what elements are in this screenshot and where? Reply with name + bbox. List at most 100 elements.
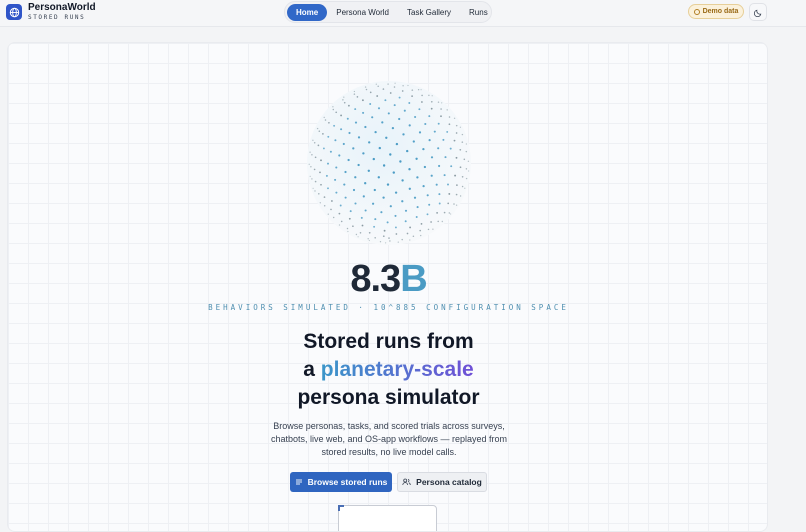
globe-dot	[316, 127, 319, 130]
nav-persona-world[interactable]: Persona World	[327, 4, 398, 21]
globe-dot	[459, 195, 462, 197]
globe-dot	[334, 178, 337, 181]
nav-runs[interactable]: Runs	[460, 4, 497, 21]
globe-dot	[386, 221, 389, 224]
globe-dot	[367, 169, 370, 172]
globe-dot	[373, 188, 376, 192]
top-bar: PersonaWorld STORED RUNS Home Persona Wo…	[0, 0, 806, 27]
globe-dot	[379, 241, 382, 243]
globe-dot	[426, 194, 429, 197]
globe-dot	[418, 131, 422, 134]
globe-dot	[467, 170, 470, 172]
globe-dot	[397, 241, 399, 243]
globe-dot	[327, 213, 329, 215]
nav-task-gallery[interactable]: Task Gallery	[398, 4, 460, 21]
globe-dot	[441, 220, 443, 223]
globe-dot	[441, 102, 443, 104]
globe-dot	[447, 202, 450, 205]
globe-dot	[394, 82, 396, 84]
globe-dot	[431, 95, 433, 97]
globe-dot	[352, 188, 356, 192]
globe-dot	[356, 96, 359, 98]
globe-dot	[353, 90, 356, 93]
globe-dot	[455, 156, 458, 159]
globe-dot	[317, 144, 320, 147]
globe-dot	[318, 130, 321, 132]
globe-dot	[348, 104, 350, 107]
globe-dot	[346, 227, 349, 230]
globe-dot	[357, 236, 359, 238]
globe-dot	[354, 108, 357, 111]
persona-catalog-button[interactable]: Persona catalog	[397, 472, 487, 492]
globe-dot	[443, 174, 446, 177]
demo-data-label: Demo data	[702, 8, 739, 15]
nav-home[interactable]: Home	[287, 3, 328, 21]
globe-dot	[399, 160, 402, 163]
globe-dot	[343, 101, 346, 104]
globe-dot	[424, 122, 427, 126]
globe-dot	[383, 229, 386, 232]
globe-dot	[422, 184, 425, 188]
stat-unit: B	[400, 258, 427, 300]
globe-dot	[364, 182, 367, 185]
globe-dot	[361, 99, 364, 102]
globe-dot	[401, 179, 404, 182]
globe-dot	[389, 153, 392, 156]
globe-dot	[461, 175, 464, 178]
globe-dot	[430, 174, 433, 177]
globe-dot	[332, 108, 335, 111]
brand[interactable]: PersonaWorld STORED RUNS	[6, 3, 96, 21]
globe-dot	[382, 164, 386, 167]
globe-dot	[354, 202, 357, 205]
globe-dot	[437, 147, 440, 150]
globe-dot	[320, 183, 322, 186]
globe-dot	[377, 176, 380, 179]
globe-dot	[369, 103, 372, 105]
globe-dot	[335, 166, 338, 169]
globe-dot	[335, 191, 338, 194]
browse-stored-runs-button[interactable]: Browse stored runs	[290, 472, 392, 492]
list-icon	[295, 479, 302, 485]
globe-logo-icon	[6, 4, 22, 20]
globe-dot	[320, 159, 322, 162]
globe-dot	[340, 128, 343, 131]
globe-dot	[428, 139, 431, 142]
globe-dot	[339, 204, 342, 207]
globe-dot	[373, 225, 376, 228]
globe-dot	[430, 221, 432, 223]
globe-dot	[362, 111, 365, 114]
globe-dot	[372, 202, 375, 205]
globe-dot	[398, 96, 401, 99]
globe-dot	[395, 142, 399, 146]
globe-dot	[347, 230, 349, 233]
globe-dot	[393, 86, 396, 88]
stat-caption: BEHAVIORS SIMULATED · 10^885 CONFIGURATI…	[208, 303, 569, 312]
globe-dot	[338, 212, 341, 215]
globe-dot	[376, 95, 379, 97]
globe-dot	[409, 239, 411, 241]
globe-dot	[357, 163, 360, 167]
globe-dot	[453, 117, 456, 119]
clock-icon	[693, 8, 700, 15]
globe-dot	[465, 143, 468, 145]
globe-dot	[448, 192, 451, 195]
theme-toggle-button[interactable]	[749, 3, 767, 21]
headline-highlight: planetary-scale	[320, 358, 474, 381]
globe-dot	[323, 116, 325, 119]
globe-dot	[314, 190, 316, 192]
globe-dot	[340, 114, 343, 117]
globe-dot	[328, 121, 330, 124]
globe-dot	[438, 202, 441, 205]
globe-dot	[420, 89, 422, 91]
headline-a: a	[303, 358, 315, 381]
demo-data-badge[interactable]: Demo data	[688, 4, 744, 19]
browse-stored-runs-label: Browse stored runs	[307, 477, 388, 487]
globe-dot	[455, 193, 458, 196]
globe-dot	[354, 121, 358, 124]
globe-dot	[325, 174, 328, 177]
globe-dot	[389, 205, 392, 208]
globe-dot	[406, 149, 409, 153]
stat-number: 8.3	[350, 258, 401, 300]
globe-dot	[420, 223, 423, 225]
globe-dot	[323, 196, 326, 198]
